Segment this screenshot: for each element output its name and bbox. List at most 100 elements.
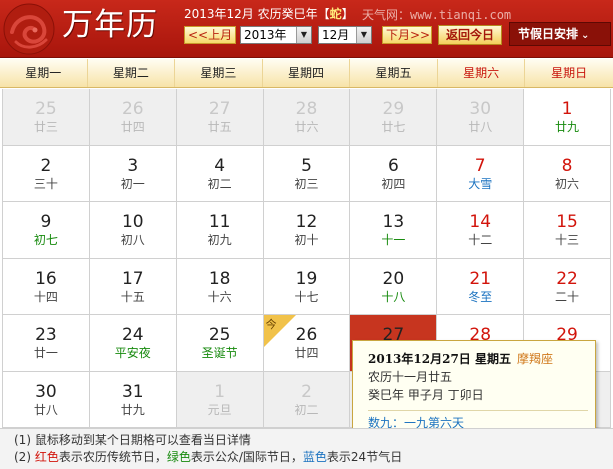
calendar-day[interactable]: 24 平安夜	[89, 315, 177, 372]
day-number: 16	[35, 268, 57, 289]
calendar-day[interactable]: 17 十五	[89, 258, 177, 315]
lunar-date: 十一	[381, 233, 406, 247]
legend-green-word: 绿色	[166, 450, 191, 464]
legend-line-2: (2) 红色表示农历传统节日，绿色表示公众/国际节日，蓝色表示24节气日	[14, 449, 613, 466]
lunar-date: 二十	[555, 289, 580, 304]
calendar-day[interactable]: 29廿七	[350, 89, 438, 146]
calendar-day[interactable]: 8 初六	[524, 145, 611, 202]
calendar-day[interactable]: 25 廿三	[3, 89, 90, 146]
calendar-day[interactable]: 12 初十	[263, 202, 351, 259]
lunar-date: 初八	[120, 233, 145, 247]
calendar-day[interactable]: 1 元旦	[176, 371, 264, 428]
day-number: 17	[121, 268, 144, 289]
lunar-date: 圣诞节	[201, 346, 238, 360]
day-number: 9	[40, 212, 52, 232]
year-select[interactable]: 2013年 ▼	[240, 26, 312, 44]
calendar-day[interactable]: 5 初三	[263, 145, 351, 202]
holiday-schedule-button[interactable]: 节假日安排 ⌄	[509, 22, 611, 46]
lunar-date: 平安夜	[114, 346, 151, 360]
lunar-date: 廿九	[120, 402, 145, 417]
lunar-date: 十六	[207, 289, 232, 304]
day-number: 1	[214, 381, 226, 402]
weekday-sat: 星期六	[438, 59, 526, 87]
calendar-day[interactable]: 2 初二	[263, 371, 351, 428]
day-number: 27	[208, 99, 231, 119]
day-number: 30	[35, 381, 57, 402]
chevron-down-icon: ⌄	[581, 30, 590, 41]
lunar-date: 十二	[468, 233, 493, 247]
lunar-date: 廿八	[468, 120, 493, 134]
day-number: 13	[382, 212, 405, 232]
calendar-day[interactable]: 28廿六	[263, 89, 351, 146]
day-number: 3	[127, 155, 139, 176]
zodiac-label: 蛇	[329, 7, 342, 21]
day-number: 19	[295, 268, 318, 289]
day-number: 26	[121, 99, 144, 119]
day-number: 18	[208, 268, 231, 289]
lunar-date: 三十	[33, 176, 58, 191]
lunar-date: 十八	[381, 289, 406, 304]
month-select-value: 12月	[322, 28, 350, 42]
calendar-day-today[interactable]: 今 26 廿四	[263, 315, 351, 372]
calendar-day[interactable]: 7 大雪	[437, 145, 525, 202]
day-number: 12	[295, 212, 318, 232]
lunar-date: 廿七	[381, 120, 406, 134]
legend-line-2-prefix: (2)	[14, 450, 35, 464]
calendar-day[interactable]: 26 廿四	[89, 89, 177, 146]
legend-red-word: 红色	[34, 450, 59, 464]
calendar-day[interactable]: 27 廿五	[176, 89, 264, 146]
calendar-day[interactable]: 18 十六	[176, 258, 264, 315]
weekday-wed: 星期三	[175, 59, 263, 87]
legend-blue-word: 蓝色	[302, 450, 327, 464]
calendar-day[interactable]: 22 二十	[524, 258, 611, 315]
lunar-date: 初十	[294, 233, 319, 247]
calendar-day[interactable]: 30 廿八	[437, 89, 525, 146]
next-month-button[interactable]: 下月>>	[382, 26, 432, 44]
day-number: 14	[469, 212, 492, 232]
calendar-day[interactable]: 6 初四	[350, 145, 438, 202]
prev-month-button[interactable]: <<上月	[184, 26, 236, 44]
holiday-schedule-label: 节假日安排	[518, 27, 579, 41]
lunar-date: 十四	[33, 289, 58, 304]
calendar-day[interactable]: 23 廿一	[3, 315, 90, 372]
month-select[interactable]: 12月 ▼	[318, 26, 372, 44]
calendar-day[interactable]: 19 十七	[263, 258, 351, 315]
lunar-date: 初九	[207, 233, 232, 247]
calendar-day[interactable]: 1 廿九	[524, 89, 611, 146]
calendar-day[interactable]: 13 十一	[350, 202, 438, 259]
weekday-sun: 星期日	[551, 66, 588, 80]
calendar-day[interactable]: 16 十四	[3, 258, 90, 315]
calendar-day[interactable]: 9 初七	[3, 202, 90, 259]
lunar-date: 初二	[294, 402, 319, 417]
calendar-day[interactable]: 3 初一	[89, 145, 177, 202]
weekday-fri: 星期五	[350, 59, 438, 87]
calendar-day[interactable]: 4 初二	[176, 145, 264, 202]
calendar-day[interactable]: 14 十二	[437, 202, 525, 259]
weekday-thu: 星期四	[263, 59, 351, 87]
back-to-today-button[interactable]: 返回今日	[438, 25, 502, 45]
calendar-day[interactable]: 15 十三	[524, 202, 611, 259]
legend-red-desc: 表示农历传统节日，	[58, 450, 167, 464]
day-number: 25	[208, 325, 231, 345]
day-number: 22	[556, 268, 578, 289]
day-number: 28	[295, 99, 318, 119]
calendar-day[interactable]: 31 廿九	[89, 371, 177, 428]
calendar-day[interactable]: 21 冬至	[437, 258, 525, 315]
lunar-date: 十五	[120, 289, 145, 304]
tooltip-lunar-date: 农历十一月廿五	[368, 370, 453, 384]
calendar-day[interactable]: 25 圣诞节	[176, 315, 264, 372]
year-select-value: 2013年	[244, 28, 287, 42]
calendar-day[interactable]: 2 三十	[3, 145, 90, 202]
calendar-day[interactable]: 30 廿八	[3, 371, 90, 428]
lunar-date: 廿四	[120, 120, 145, 134]
day-number: 20	[382, 268, 405, 289]
day-number: 2	[301, 381, 312, 402]
day-number: 31	[121, 381, 144, 402]
calendar-day[interactable]: 20 十八	[350, 258, 438, 315]
lunar-date: 廿五	[207, 120, 232, 134]
calendar-day[interactable]: 11 初九	[176, 202, 264, 259]
day-number: 25	[35, 99, 57, 119]
lunar-date: 初二	[207, 176, 232, 191]
calendar-day[interactable]: 10 初八	[89, 202, 177, 259]
weekday-mon: 星期一	[0, 59, 88, 87]
